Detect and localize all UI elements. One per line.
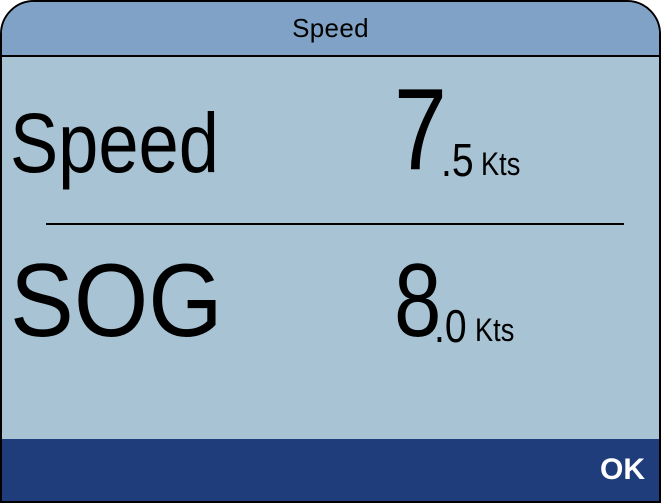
- speed-value-integer: 7: [394, 64, 447, 194]
- sog-value: 8.0 Kts: [394, 249, 521, 353]
- speed-value-fraction: .5: [440, 134, 474, 186]
- ok-button[interactable]: OK: [600, 447, 645, 493]
- sog-label: SOG: [10, 243, 223, 359]
- speed-unit: Kts: [481, 146, 521, 182]
- speed-row: Speed 7.5 Kts: [2, 57, 659, 207]
- sog-unit: Kts: [474, 312, 514, 348]
- speed-label: Speed: [10, 96, 219, 190]
- softkey-bar: OK: [2, 439, 659, 501]
- sog-value-fraction: .0: [433, 300, 467, 352]
- dialog-title: Speed: [2, 2, 659, 57]
- sog-row: SOG 8.0 Kts: [2, 217, 659, 367]
- speed-value: 7.5 Kts: [394, 71, 528, 187]
- speed-dialog: Speed Speed 7.5 Kts SOG 8.0 Kts OK: [0, 0, 661, 503]
